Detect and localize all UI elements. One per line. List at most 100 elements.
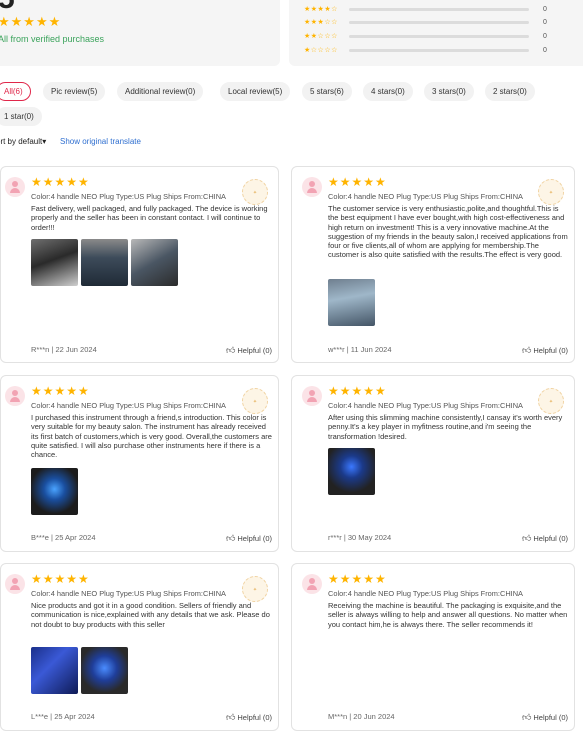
filter-chip-local-review[interactable]: Local review(5): [220, 82, 291, 101]
distribution-row: ★☆☆☆☆ 0: [304, 45, 547, 55]
chevron-down-icon: ▾: [42, 137, 47, 146]
review-card: ★★★★★ ✦ Color:4 handle NEO Plug Type:US …: [0, 166, 279, 363]
review-card: ★★★★★ ✦ Color:4 handle NEO Plug Type:US …: [291, 166, 575, 363]
review-text: After using this slimming machine consis…: [328, 413, 563, 441]
review-photos: [328, 448, 375, 495]
review-stars: ★★★★★: [31, 572, 90, 586]
filter-chip-5-stars[interactable]: 5 stars(6): [302, 82, 352, 101]
review-card: ★★★★★ ✦ Color:4 handle NEO Plug Type:US …: [0, 375, 279, 552]
distribution-row: ★★☆☆☆ 0: [304, 31, 547, 41]
distribution-stars: ★☆☆☆☆: [304, 47, 338, 54]
review-variant: Color:4 handle NEO Plug Type:US Plug Shi…: [31, 401, 226, 410]
review-photo[interactable]: [31, 647, 78, 694]
rating-distribution-panel: ★★★★☆ 0 ★★★☆☆ 0 ★★☆☆☆ 0 ★☆☆☆☆ 0: [289, 0, 583, 66]
avatar: [302, 574, 322, 594]
distribution-row: ★★★★☆ 0: [304, 4, 547, 14]
thumbs-up-icon: 👍︎: [225, 533, 236, 543]
distribution-row: ★★★☆☆ 0: [304, 17, 547, 27]
filter-chip-additional-review[interactable]: Additional review(0): [117, 82, 204, 101]
distribution-stars: ★★☆☆☆: [304, 33, 338, 40]
review-author-date: R***n | 22 Jun 2024: [31, 345, 97, 354]
avatar: [5, 574, 25, 594]
review-card: ★★★★★ ✦ Color:4 handle NEO Plug Type:US …: [291, 375, 575, 552]
avatar: [5, 386, 25, 406]
helpful-button[interactable]: 👍︎ Helpful (0): [226, 345, 272, 356]
distribution-bar: [349, 34, 529, 38]
review-variant: Color:4 handle NEO Plug Type:US Plug Shi…: [328, 589, 523, 598]
review-text: The customer service is very enthusiasti…: [328, 204, 568, 260]
review-photo[interactable]: [328, 448, 375, 495]
review-card: ★★★★★ ✦ Color:4 handle NEO Plug Type:US …: [0, 563, 279, 731]
review-photo[interactable]: [81, 647, 128, 694]
review-text: Fast delivery, well packaged, and fully …: [31, 204, 268, 232]
review-author-date: B***e | 25 Apr 2024: [31, 533, 96, 542]
distribution-count: 0: [543, 32, 547, 40]
helpful-button[interactable]: 👍︎ Helpful (0): [522, 345, 568, 356]
review-photos: [31, 647, 128, 694]
filter-chip-pic-review[interactable]: Pic review(5): [43, 82, 106, 101]
helpful-label: Helpful (0): [237, 346, 272, 355]
review-variant: Color:4 handle NEO Plug Type:US Plug Shi…: [31, 589, 226, 598]
helpful-label: Helpful (0): [533, 346, 568, 355]
review-photo[interactable]: [81, 239, 128, 286]
thumbs-up-icon: 👍︎: [521, 533, 532, 543]
review-photo[interactable]: [131, 239, 178, 286]
distribution-bar: [349, 48, 529, 52]
review-stars: ★★★★★: [328, 572, 387, 586]
filter-chip-all[interactable]: All(6): [0, 82, 31, 101]
helpful-label: Helpful (0): [237, 713, 272, 722]
helpful-label: Helpful (0): [533, 534, 568, 543]
review-stars: ★★★★★: [328, 384, 387, 398]
distribution-bar: [349, 7, 529, 11]
review-author-date: L***e | 25 Apr 2024: [31, 712, 95, 721]
sort-dropdown[interactable]: ort by default▾: [0, 137, 46, 146]
review-stars: ★★★★★: [31, 175, 90, 189]
average-stars: ★★★★★: [0, 14, 62, 29]
avatar: [5, 177, 25, 197]
review-text: Receiving the machine is beautiful. The …: [328, 601, 568, 629]
review-photos: [31, 239, 178, 286]
helpful-label: Helpful (0): [237, 534, 272, 543]
rating-summary-panel: 5 ★★★★★ All from verified purchases: [0, 0, 280, 66]
review-variant: Color:4 handle NEO Plug Type:US Plug Shi…: [31, 192, 226, 201]
review-stars: ★★★★★: [328, 175, 387, 189]
sort-label: ort by default: [0, 137, 43, 146]
review-photos: [328, 279, 375, 326]
filter-chip-3-stars[interactable]: 3 stars(0): [424, 82, 474, 101]
thumbs-up-icon: 👍︎: [521, 345, 532, 355]
distribution-count: 0: [543, 18, 547, 26]
review-photo[interactable]: [328, 279, 375, 326]
helpful-button[interactable]: 👍︎ Helpful (0): [226, 533, 272, 544]
distribution-stars: ★★★★☆: [304, 6, 338, 13]
thumbs-up-icon: 👍︎: [521, 712, 532, 722]
review-photo[interactable]: [31, 239, 78, 286]
review-photo[interactable]: [31, 468, 78, 515]
review-text: I purchased this instrument through a fr…: [31, 413, 272, 460]
review-variant: Color:4 handle NEO Plug Type:US Plug Shi…: [328, 401, 523, 410]
filter-chip-2-stars[interactable]: 2 stars(0): [485, 82, 535, 101]
review-author-date: r***r | 30 May 2024: [328, 533, 392, 542]
helpful-button[interactable]: 👍︎ Helpful (0): [522, 712, 568, 723]
filter-chip-1-star[interactable]: 1 star(0): [0, 107, 42, 126]
avatar: [302, 386, 322, 406]
review-card: ★★★★★ Color:4 handle NEO Plug Type:US Pl…: [291, 563, 575, 731]
review-stars: ★★★★★: [31, 384, 90, 398]
helpful-button[interactable]: 👍︎ Helpful (0): [522, 533, 568, 544]
thumbs-up-icon: 👍︎: [225, 712, 236, 722]
filter-chip-4-stars[interactable]: 4 stars(0): [363, 82, 413, 101]
review-author-date: M***n | 20 Jun 2024: [328, 712, 395, 721]
show-original-translate-link[interactable]: Show original translate: [60, 137, 141, 146]
verified-purchases-note: All from verified purchases: [0, 34, 105, 44]
helpful-button[interactable]: 👍︎ Helpful (0): [226, 712, 272, 723]
review-variant: Color:4 handle NEO Plug Type:US Plug Shi…: [328, 192, 523, 201]
distribution-stars: ★★★☆☆: [304, 19, 338, 26]
review-text: Nice products and got it in a good condi…: [31, 601, 270, 629]
distribution-count: 0: [543, 46, 547, 54]
avatar: [302, 177, 322, 197]
helpful-label: Helpful (0): [533, 713, 568, 722]
review-photos: [31, 468, 78, 515]
review-author-date: w***r | 11 Jun 2024: [328, 345, 392, 354]
thumbs-up-icon: 👍︎: [225, 345, 236, 355]
distribution-bar: [349, 20, 529, 24]
distribution-count: 0: [543, 5, 547, 13]
